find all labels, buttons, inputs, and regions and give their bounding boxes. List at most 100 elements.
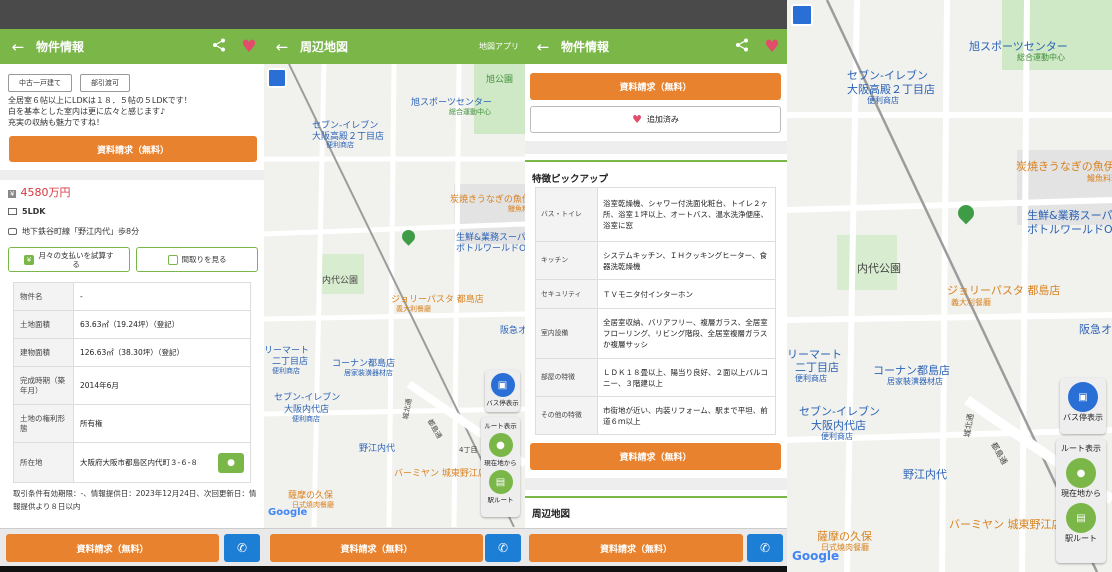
- table-row: キッチン システムキッチン、ＩＨクッキングヒーター、食器洗乾燥機: [535, 241, 776, 280]
- map-view[interactable]: 旭公園 旭スポーツセンター 総合運動中心 セブン-イレブン 大阪高殿２丁目店 便…: [264, 64, 525, 528]
- yen-icon: ¥: [8, 190, 17, 198]
- map-label-station: 野江内代: [903, 468, 947, 481]
- bottom-request-button[interactable]: 資料請求（無料）: [529, 534, 743, 562]
- status-bar: [0, 0, 264, 29]
- app-bar: ← 物件情報 ♥: [0, 29, 264, 64]
- full-map-view[interactable]: 旭公園 旭スポーツセンター 総合運動中心 セブン-イレブン 大阪高殿２丁目店 便…: [787, 0, 1112, 572]
- description-line: 白を基本とした室内は更に広々と感じます♪: [8, 107, 166, 116]
- bus-stop-toggle[interactable]: ▣ バス停表示: [485, 370, 520, 412]
- map-label-unagi: 炭焼きうなぎの魚伊: [1016, 160, 1112, 173]
- feature-value: 市街地が近い、内装リフォーム、駅まで平坦、前道６ｍ以上: [597, 396, 776, 435]
- bottom-request-button[interactable]: 資料請求（無料）: [6, 534, 219, 562]
- spec-key: 建物面積: [13, 338, 74, 367]
- route-label: ルート表示: [484, 422, 517, 430]
- google-logo: Google: [792, 549, 840, 563]
- bus-icon: ▣: [1068, 382, 1098, 412]
- map-label-naidai-park: 内代公園: [322, 276, 359, 286]
- request-info-button-lower[interactable]: 資料請求（無料）: [530, 443, 781, 470]
- tag-house-type: 中古一戸建て: [8, 74, 72, 92]
- current-location-pin-icon[interactable]: ●: [488, 433, 513, 457]
- phone-icon[interactable]: ✆: [224, 534, 260, 562]
- payment-simulation-button[interactable]: ¥ 月々の支払いを試算する: [8, 247, 130, 272]
- feature-value: システムキッチン、ＩＨクッキングヒーター、食器洗乾燥機: [597, 241, 776, 280]
- map-label-gyomu2: ボトルワールドOK: [1027, 223, 1112, 236]
- floorplan-icon: [167, 254, 178, 265]
- phone-icon[interactable]: ✆: [747, 534, 783, 562]
- share-icon[interactable]: [204, 38, 234, 56]
- share-icon[interactable]: [727, 38, 757, 56]
- spec-key: 土地面積: [13, 310, 74, 339]
- bottom-request-button[interactable]: 資料請求（無料）: [270, 534, 483, 562]
- divider: [525, 141, 787, 154]
- map-label-seven-b-sub: 便利商店: [821, 432, 853, 441]
- current-location-label: 現在地から: [484, 459, 517, 467]
- address-text: 大阪府大阪市都島区内代町３-６-８: [80, 457, 198, 467]
- price-value: 4580万円: [20, 186, 71, 199]
- floorplan-button[interactable]: 間取りを見る: [136, 247, 258, 272]
- favorite-heart-icon[interactable]: ♥: [757, 37, 787, 57]
- back-arrow-icon[interactable]: ←: [525, 38, 561, 56]
- page-title: 周辺地図: [300, 40, 349, 54]
- map-label-unagi-sub: 鰻魚料理: [1087, 174, 1112, 183]
- map-label-jolly-sub: 義大利餐廳: [396, 305, 431, 313]
- status-bar: [525, 0, 787, 29]
- map-label-seven-a-sub: 便利商店: [867, 96, 899, 105]
- map-label-konan-sub: 居家裝潢器材店: [887, 377, 943, 386]
- divider: [0, 170, 264, 180]
- description-line: 充実の収納も魅力ですね！: [8, 118, 104, 127]
- map-screen: ← 周辺地図 地図アプリ 旭公園 旭スポーツセンター 総合運動中心 セブン-イレ…: [264, 0, 525, 572]
- feature-key: バス・トイレ: [535, 187, 598, 242]
- my-location-icon[interactable]: [791, 4, 813, 26]
- spec-key: 完成時期（築年月）: [13, 366, 74, 405]
- table-row: バス・トイレ 浴室乾燥機、シャワー付洗面化粧台、トイレ２ヶ所、浴室１坪以上、オート…: [535, 187, 776, 242]
- spec-key: 物件名: [13, 282, 74, 311]
- request-info-button[interactable]: 資料請求（無料）: [530, 73, 781, 100]
- spec-value: 2014年6月: [73, 366, 251, 405]
- table-row: 部屋の特徴 ＬＤＫ１８畳以上、陽当り良好、２面以上バルコニー、３階建以上: [535, 358, 776, 397]
- map-label-seven-b-sub: 便利商店: [292, 415, 320, 423]
- table-row: 建物面積 126.63㎡（38.30坪）（登記）: [13, 338, 251, 367]
- app-bar: ← 周辺地図 地図アプリ: [264, 29, 525, 64]
- full-map-screen: 旭公園 旭スポーツセンター 総合運動中心 セブン-イレブン 大阪高殿２丁目店 便…: [787, 0, 1112, 572]
- back-arrow-icon[interactable]: ←: [264, 38, 300, 56]
- system-nav-bar: [0, 566, 264, 572]
- google-logo: Google: [268, 507, 308, 518]
- status-bar: [264, 0, 525, 29]
- train-icon[interactable]: ▤: [488, 470, 513, 494]
- table-row: セキュリティ ＴＶモニタ付インターホン: [535, 279, 776, 309]
- price: ¥4580万円: [8, 184, 70, 200]
- current-location-pin-icon[interactable]: ●: [1066, 458, 1096, 488]
- spec-value: -: [73, 282, 251, 311]
- map-pin-icon[interactable]: ●: [218, 452, 244, 473]
- description: 全居室６帖以上にLDKは１８．５帖の５LDKです！ 白を基本とした室内は更に広々…: [8, 95, 258, 128]
- map-label-hankyu: 阪急オ: [500, 326, 525, 336]
- feature-table: バス・トイレ 浴室乾燥機、シャワー付洗面化粧台、トイレ２ヶ所、浴室１坪以上、オート…: [535, 187, 776, 435]
- spec-table: 物件名 - 土地面積 63.63㎡（19.24坪）（登記） 建物面積 126.63㎡（…: [13, 282, 251, 483]
- feature-key: セキュリティ: [535, 279, 598, 309]
- bus-stop-label: バス停表示: [1063, 413, 1103, 422]
- phone-icon[interactable]: ✆: [485, 534, 521, 562]
- favorite-heart-icon[interactable]: ♥: [234, 37, 264, 57]
- map-label-hankyu: 阪急オ: [1079, 323, 1112, 336]
- bus-stop-toggle[interactable]: ▣ バス停表示: [1060, 378, 1106, 434]
- map-label-asahi-park: 旭公園: [486, 75, 514, 85]
- tag-handover: 部引渡可: [80, 74, 130, 92]
- favorite-added-button[interactable]: ♥ 追加済み: [530, 106, 781, 133]
- request-info-button[interactable]: 資料請求（無料）: [9, 136, 257, 162]
- table-row: 土地面積 63.63㎡（19.24坪）（登記）: [13, 310, 251, 339]
- info-note: 取引条件有効期限：-、情報提供日：2023年12月24日、次回更新日：情報提供よ…: [13, 489, 257, 511]
- map-label-konan-sub: 居家裝潢器材店: [344, 369, 393, 377]
- train-icon[interactable]: ▤: [1066, 503, 1096, 533]
- spec-value: 126.63㎡（38.30坪）（登記）: [73, 338, 251, 367]
- map-label-unagi-sub: 鰻魚料理: [508, 205, 525, 213]
- my-location-icon[interactable]: [267, 68, 287, 88]
- map-app-link[interactable]: 地図アプリ: [479, 41, 519, 52]
- page-title: 物件情報: [561, 40, 610, 54]
- current-location-label: 現在地から: [1061, 489, 1101, 498]
- table-row: 室内設備 全居室収納、バリアフリー、複層ガラス、全居室フローリング、リビング階段、…: [535, 308, 776, 359]
- back-arrow-icon[interactable]: ←: [0, 38, 36, 56]
- bus-icon: ▣: [490, 373, 515, 397]
- station-row: 地下鉄谷町線「野江内代」歩8分: [8, 226, 139, 237]
- station-value: 地下鉄谷町線「野江内代」歩8分: [22, 227, 140, 236]
- app-bar: ← 物件情報 ♥: [525, 29, 787, 64]
